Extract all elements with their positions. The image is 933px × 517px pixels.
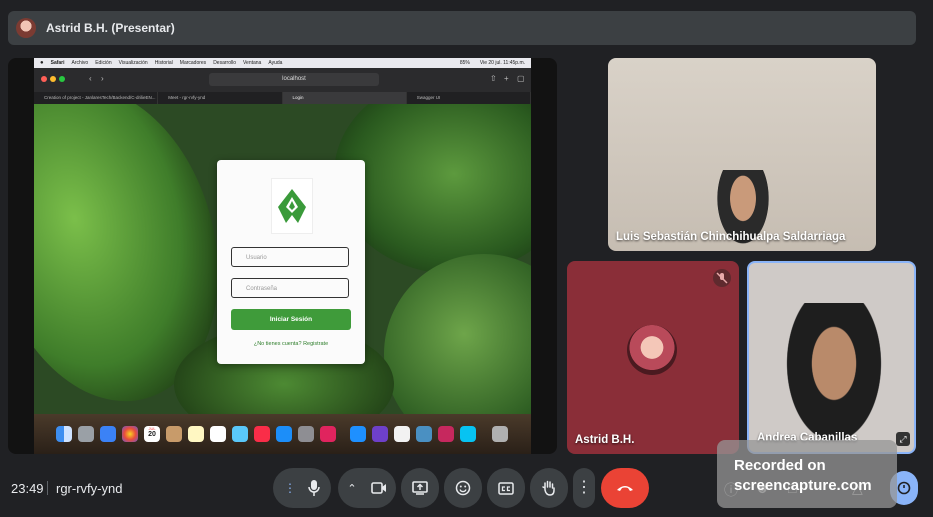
forward-icon: › xyxy=(101,74,104,83)
safari-tab: Creation of project - JanlaresTech/Backe… xyxy=(34,92,159,104)
menubar-app: Safari xyxy=(50,60,65,66)
mac-menubar: ● Safari Archivo Edición Visualización H… xyxy=(34,58,531,68)
launchpad-icon xyxy=(78,426,94,442)
menubar-item: Edición xyxy=(95,60,112,66)
pin-icon[interactable]: ⤢ xyxy=(896,432,910,446)
menubar-item: Historial xyxy=(154,60,173,66)
reminders-icon xyxy=(210,426,226,442)
mic-icon xyxy=(308,480,320,496)
rider-icon xyxy=(438,426,454,442)
close-window-icon xyxy=(41,76,47,82)
safari-tab: Swagger UI xyxy=(407,92,531,104)
chevron-up-icon: ⌃ xyxy=(347,482,357,495)
register-link[interactable]: ¿No tienes cuenta? Registrate xyxy=(217,341,365,347)
notes-icon xyxy=(188,426,204,442)
more-vert-icon: ⋮ xyxy=(576,479,592,496)
participant-tile-luis[interactable]: Luis Sebastián Chinchihualpa Saldarriaga xyxy=(608,58,876,251)
back-icon: ‹ xyxy=(89,74,92,83)
address-bar: localhost xyxy=(209,73,379,86)
menubar-item: Ayuda xyxy=(268,60,283,66)
tabs-overview-icon: ▢ xyxy=(517,74,525,83)
camera-toggle-button[interactable]: ⌃ xyxy=(338,468,396,508)
freeform-icon xyxy=(232,426,248,442)
lock-person-icon xyxy=(897,481,911,495)
presenter-label: Astrid B.H. (Presentar) xyxy=(46,21,175,35)
meeting-clock: 23:49 xyxy=(11,481,44,496)
shared-screen-tile[interactable]: ● Safari Archivo Edición Visualización H… xyxy=(8,58,557,454)
zoom-window-icon xyxy=(59,76,65,82)
audio-level-icon: ⋮ xyxy=(284,481,296,495)
participant-name: Astrid B.H. xyxy=(575,434,635,446)
photos-icon xyxy=(122,426,138,442)
present-icon xyxy=(412,481,428,495)
safari-icon xyxy=(350,426,366,442)
watermark-line: Recorded on xyxy=(734,457,826,474)
participant-tile-andrea[interactable]: Andrea Cabanillas ⤢ xyxy=(747,261,916,454)
present-screen-button[interactable] xyxy=(401,468,439,508)
webstorm-icon xyxy=(460,426,476,442)
camera-icon xyxy=(370,482,386,494)
minimize-window-icon xyxy=(50,76,56,82)
participant-tile-astrid[interactable]: Astrid B.H. xyxy=(567,261,739,454)
login-card: Usuario Contraseña Iniciar Sesión ¿No ti… xyxy=(217,160,365,364)
settings-icon xyxy=(298,426,314,442)
background-leaf xyxy=(384,254,531,414)
mic-toggle-button[interactable]: ⋮ xyxy=(273,468,331,508)
finder-icon xyxy=(56,426,72,442)
menubar-item: Archivo xyxy=(71,60,89,66)
safari-tab: Meet - rgr-rvfy-ynd xyxy=(158,92,283,104)
recording-watermark: Recorded on screencapture.com xyxy=(717,440,897,508)
username-field[interactable]: Usuario xyxy=(231,247,349,267)
participant-name: Luis Sebastián Chinchihualpa Saldarriaga xyxy=(616,231,846,243)
participant-avatar xyxy=(627,325,677,375)
end-call-button[interactable] xyxy=(601,468,649,508)
github-icon xyxy=(372,426,388,442)
menubar-item: Ventana xyxy=(242,60,262,66)
login-webpage: Usuario Contraseña Iniciar Sesión ¿No ti… xyxy=(34,104,531,414)
safari-toolbar: ‹ › localhost ⇧ + ▢ xyxy=(34,68,531,92)
menubar-item: Desarrollo xyxy=(213,60,236,66)
calendar-icon: JUL 20 xyxy=(144,426,160,442)
password-field[interactable]: Contraseña xyxy=(231,278,349,298)
meeting-code: rgr-rvfy-ynd xyxy=(56,481,123,496)
new-tab-icon: + xyxy=(504,74,509,83)
captions-icon xyxy=(498,481,514,495)
reactions-button[interactable] xyxy=(444,468,482,508)
battery-level: 85% xyxy=(459,60,470,66)
mac-dock: JUL 20 xyxy=(34,414,531,454)
login-button[interactable]: Iniciar Sesión xyxy=(231,309,351,330)
more-options-button[interactable]: ⋮ xyxy=(573,468,595,508)
safari-tab-bar: Creation of project - JanlaresTech/Backe… xyxy=(34,92,531,104)
shared-mac-screen: ● Safari Archivo Edición Visualización H… xyxy=(34,58,531,454)
hang-up-icon xyxy=(617,486,633,491)
trash-icon xyxy=(492,426,508,442)
mic-off-icon xyxy=(713,269,731,287)
share-icon: ⇧ xyxy=(490,74,497,83)
captions-button[interactable] xyxy=(487,468,525,508)
m-app-icon xyxy=(320,426,336,442)
menubar-item: Marcadores xyxy=(179,60,207,66)
contacts-icon xyxy=(166,426,182,442)
menubar-item: Visualización xyxy=(118,60,148,66)
presenter-avatar xyxy=(16,18,36,38)
textedit-icon xyxy=(394,426,410,442)
divider xyxy=(47,481,48,495)
apple-icon: ● xyxy=(40,60,44,66)
menubar-clock: Vie 20 jul. 11:45p.m. xyxy=(479,60,525,66)
presenter-bar[interactable]: Astrid B.H. (Presentar) xyxy=(8,11,916,45)
app-logo xyxy=(271,178,313,234)
emoji-icon xyxy=(455,480,471,496)
raise-hand-button[interactable] xyxy=(530,468,568,508)
watermark-line: screencapture.com xyxy=(734,477,872,494)
mail-icon xyxy=(100,426,116,442)
hand-icon xyxy=(542,480,555,496)
safari-tab-active: Login xyxy=(282,92,407,104)
music-icon xyxy=(254,426,270,442)
app-store-icon xyxy=(276,426,292,442)
preview-icon xyxy=(416,426,432,442)
